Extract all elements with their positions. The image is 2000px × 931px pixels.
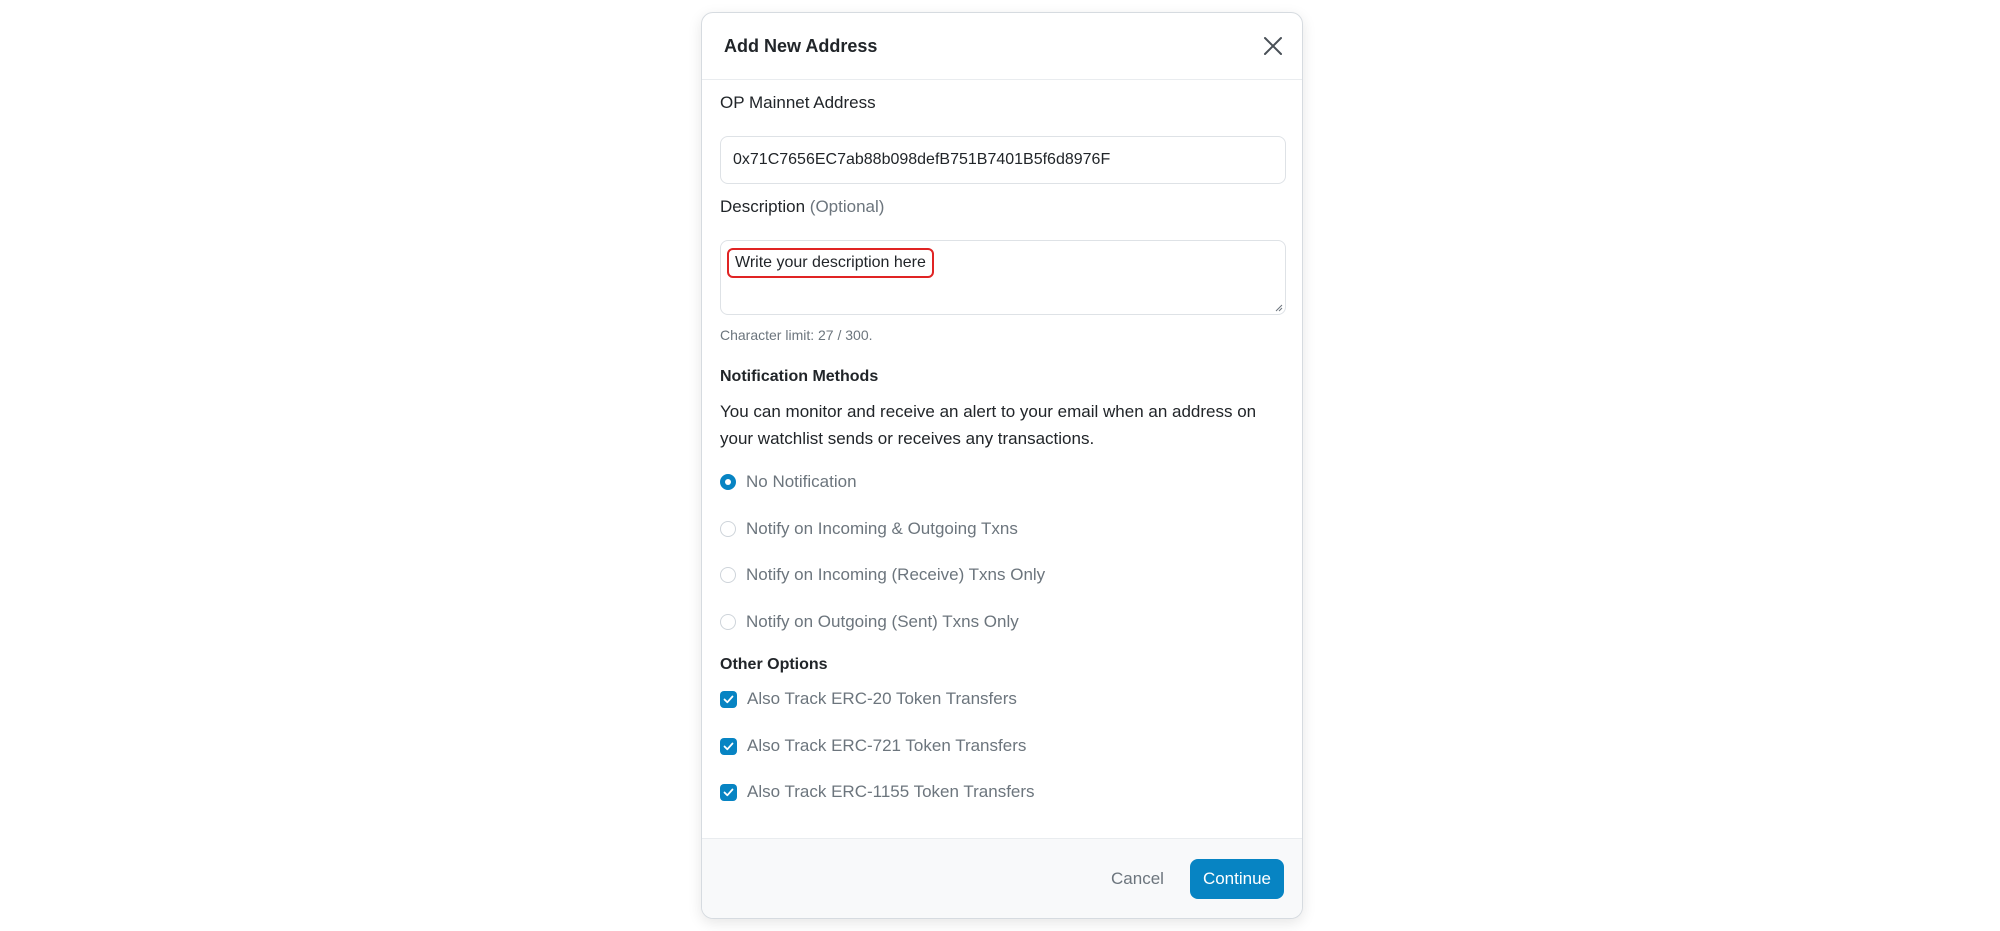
checkbox-label: Also Track ERC-1155 Token Transfers [747,782,1035,801]
checkbox[interactable] [720,737,737,755]
radio-button[interactable] [720,521,736,537]
description-textarea[interactable]: Write your description here [720,240,1286,315]
checkbox-erc1155[interactable]: Also Track ERC-1155 Token Transfers [720,780,1035,804]
optional-label: (Optional) [809,197,885,216]
checkbox[interactable] [720,690,737,708]
radio-button[interactable] [720,614,736,630]
radio-incoming-outgoing[interactable]: Notify on Incoming & Outgoing Txns [720,517,1018,541]
other-options-title: Other Options [720,656,828,673]
radio-button[interactable] [720,567,736,583]
radio-outgoing-only[interactable]: Notify on Outgoing (Sent) Txns Only [720,610,1019,634]
radio-incoming-only[interactable]: Notify on Incoming (Receive) Txns Only [720,563,1045,587]
notification-methods-title: Notification Methods [720,368,879,385]
modal-body: OP Mainnet Address Description (Optional… [702,80,1302,854]
modal-header: Add New Address [702,13,1302,80]
radio-label: Notify on Outgoing (Sent) Txns Only [746,612,1019,631]
continue-button[interactable]: Continue [1189,858,1284,899]
radio-label: Notify on Incoming & Outgoing Txns [746,519,1018,538]
add-address-modal: Add New Address OP Mainnet Address Descr… [701,12,1303,919]
address-input[interactable] [720,136,1286,184]
radio-no-notification[interactable]: No Notification [720,470,857,494]
description-label-text: Description [720,197,806,216]
character-limit: Character limit: 27 / 300. [720,327,873,343]
notification-methods-description: You can monitor and receive an alert to … [720,402,1257,448]
cancel-button[interactable]: Cancel [1097,869,1178,889]
description-label: Description (Optional) [720,197,884,217]
radio-label: No Notification [746,472,857,491]
check-icon [723,788,734,796]
close-button[interactable] [1256,29,1290,63]
address-label: OP Mainnet Address [720,93,876,112]
modal-title: Add New Address [724,35,878,56]
checkbox[interactable] [720,783,737,801]
checkbox-erc721[interactable]: Also Track ERC-721 Token Transfers [720,734,1026,758]
radio-button[interactable] [720,474,736,490]
check-icon [723,742,734,750]
checkbox-label: Also Track ERC-20 Token Transfers [747,689,1017,708]
check-icon [723,695,734,703]
resize-grip-icon[interactable] [1273,302,1283,312]
radio-label: Notify on Incoming (Receive) Txns Only [746,565,1046,584]
close-icon [1264,37,1282,55]
description-placeholder: Write your description here [727,248,934,278]
checkbox-label: Also Track ERC-721 Token Transfers [747,736,1027,755]
modal-footer: Cancel Continue [702,838,1302,918]
checkbox-erc20[interactable]: Also Track ERC-20 Token Transfers [720,687,1017,711]
